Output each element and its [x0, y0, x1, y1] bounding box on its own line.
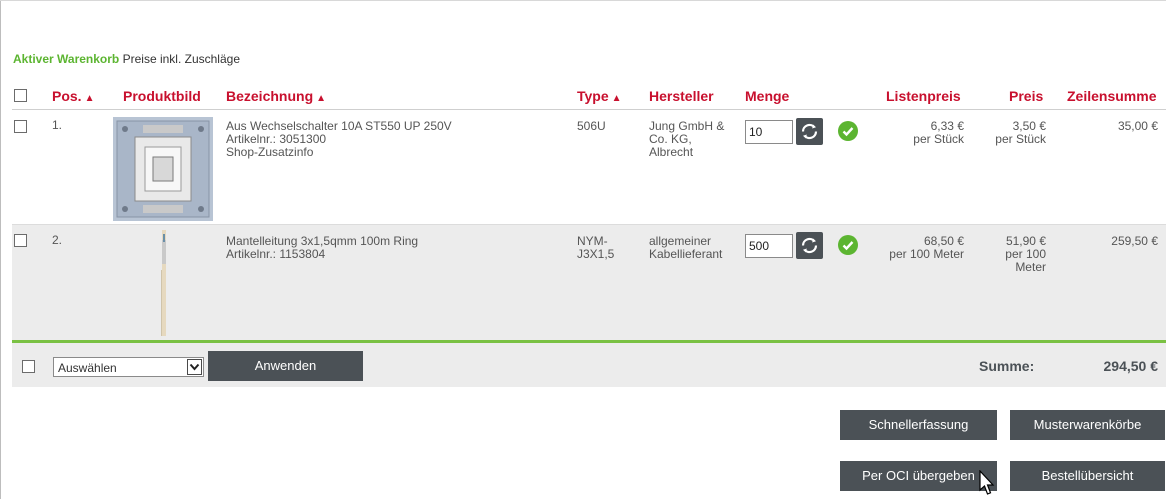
sort-icon: ▲︎	[611, 93, 622, 104]
quick-entry-button[interactable]: Schnellerfassung	[840, 410, 997, 440]
bulk-action-select[interactable]: Auswählen	[53, 357, 204, 377]
price: 3,50 € per Stück	[995, 120, 1046, 146]
column-pos[interactable]: Pos. ▲︎	[52, 88, 94, 104]
refresh-icon	[801, 237, 818, 254]
price-unit: per Stück	[995, 132, 1046, 146]
column-price: Preis	[1009, 88, 1044, 104]
refresh-quantity-button[interactable]	[796, 118, 823, 145]
apply-button[interactable]: Anwenden	[208, 351, 363, 381]
select-all-checkbox[interactable]	[14, 89, 27, 102]
column-list-price: Listenpreis	[886, 88, 961, 104]
list-price-unit: per Stück	[913, 132, 964, 146]
sort-icon: ▲︎	[84, 93, 95, 104]
line-total: 35,00 €	[1117, 119, 1158, 133]
quantity-input[interactable]	[745, 120, 793, 144]
row-checkbox[interactable]	[14, 120, 27, 133]
chevron-down-icon	[187, 359, 202, 375]
column-type[interactable]: Type ▲︎	[577, 88, 622, 104]
cart-footer: Auswählen Anwenden Summe: 294,50 €	[12, 343, 1166, 387]
column-description[interactable]: Bezeichnung ▲︎	[226, 88, 326, 104]
shop-extra-info[interactable]: Shop-Zusatzinfo	[226, 146, 452, 159]
product-image-cable[interactable]	[159, 230, 169, 336]
column-line-total: Zeilensumme	[1067, 88, 1157, 104]
mouse-cursor-icon	[979, 470, 995, 495]
list-price: 68,50 € per 100 Meter	[889, 235, 964, 261]
bulk-action-value: Auswählen	[58, 361, 117, 375]
row-position: 1.	[52, 118, 63, 132]
list-price: 6,33 € per Stück	[913, 120, 964, 146]
product-type: 506U	[577, 119, 606, 133]
manufacturer-line: Kabellieferant	[649, 247, 723, 261]
column-manufacturer: Hersteller	[649, 88, 714, 104]
table-row: 1. Aus Wechselschalter 10A ST550 UP 250V…	[12, 111, 1166, 225]
price-unit: Meter	[1015, 260, 1046, 274]
manufacturer-line: Albrecht	[649, 145, 694, 159]
sum-label: Summe:	[979, 358, 1035, 374]
list-price-unit: per 100 Meter	[889, 247, 964, 261]
line-total: 259,50 €	[1111, 234, 1158, 248]
check-circle-icon	[838, 121, 858, 141]
oci-transfer-button[interactable]: Per OCI übergeben	[840, 461, 997, 491]
frame-border-left	[0, 0, 1, 499]
column-quantity: Menge	[745, 88, 790, 104]
article-number: Artikelnr.: 1153804	[226, 247, 326, 261]
check-circle-icon	[838, 235, 858, 255]
row-position: 2.	[52, 233, 63, 247]
manufacturer: Jung GmbH & Co. KG, Albrecht	[649, 120, 724, 159]
order-overview-button[interactable]: Bestellübersicht	[1010, 461, 1165, 491]
sum-value: 294,50 €	[1103, 358, 1159, 374]
product-type: NYM- J3X1,5	[577, 235, 614, 261]
refresh-icon	[801, 123, 818, 140]
quantity-input[interactable]	[745, 234, 793, 258]
manufacturer: allgemeiner Kabellieferant	[649, 235, 722, 261]
bulk-select-checkbox[interactable]	[22, 360, 35, 373]
column-type-label: Type	[577, 88, 609, 104]
column-description-label: Bezeichnung	[226, 88, 314, 104]
frame-border-top	[0, 0, 1166, 1]
cart-header: Aktiver Warenkorb Preise inkl. Zuschläge	[13, 52, 240, 66]
table-row: 2. Mantelleitung 3x1,5qmm 100m Ring Arti…	[12, 225, 1166, 340]
price: 51,90 € per 100 Meter	[1005, 235, 1046, 274]
active-cart-label: Aktiver Warenkorb	[13, 52, 120, 66]
column-pos-label: Pos.	[52, 88, 82, 104]
refresh-quantity-button[interactable]	[796, 232, 823, 259]
sort-icon: ▲︎	[316, 93, 327, 104]
sample-carts-button[interactable]: Musterwarenkörbe	[1010, 410, 1165, 440]
table-header: Pos. ▲︎ Produktbild Bezeichnung ▲︎ Type ▲︎ …	[12, 83, 1166, 110]
product-type-line: J3X1,5	[577, 247, 615, 261]
column-image: Produktbild	[123, 88, 201, 104]
price-note: Preise inkl. Zuschläge	[122, 52, 240, 66]
product-info: Aus Wechselschalter 10A ST550 UP 250V Ar…	[226, 120, 452, 159]
row-checkbox[interactable]	[14, 234, 27, 247]
product-image-switch[interactable]	[113, 117, 213, 221]
product-info: Mantelleitung 3x1,5qmm 100m Ring Artikel…	[226, 235, 418, 261]
